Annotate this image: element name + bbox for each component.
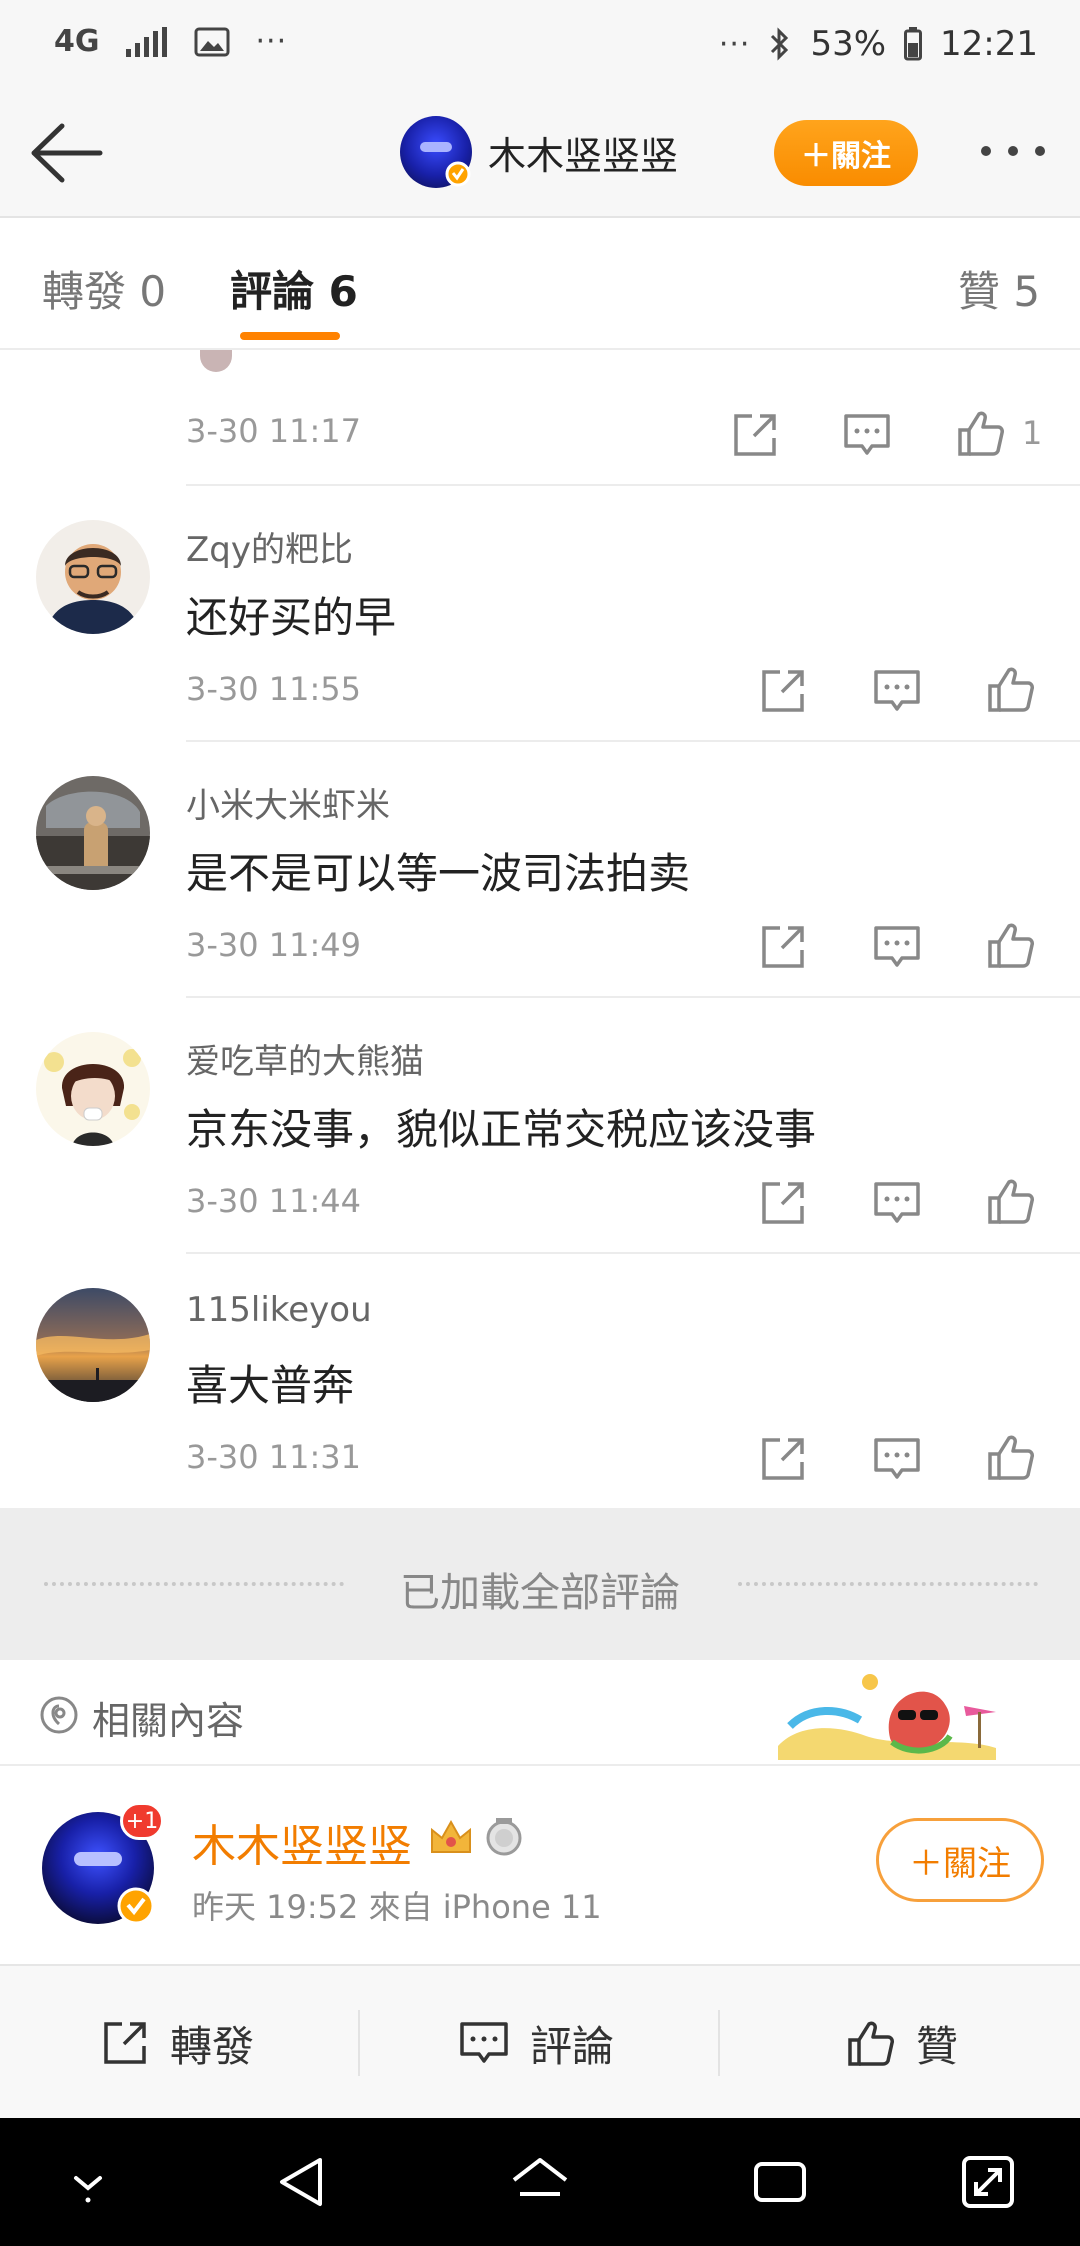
post-author-name[interactable]: 木木竖竖竖 (192, 1810, 412, 1874)
back-nav-icon[interactable] (270, 2150, 334, 2214)
back-button[interactable] (26, 118, 106, 188)
like-icon[interactable] (986, 920, 1036, 970)
follow-author-button[interactable]: ＋關注 (876, 1818, 1044, 1902)
comment-time: 3-30 11:55 (186, 670, 362, 708)
battery-icon (904, 27, 923, 61)
crown-badge-icon (428, 1816, 474, 1858)
all-comments-loaded-banner: 已加載全部評論 (0, 1508, 1080, 1660)
battery-percent: 53% (810, 24, 887, 64)
notification-badge: +1 (120, 1802, 164, 1840)
more-options-icon[interactable] (978, 136, 1048, 166)
status-bar: 4G ··· ··· 53% 12:21 (0, 0, 1080, 92)
repost-icon (104, 2022, 146, 2064)
tab-comments[interactable]: 評論 6 (230, 258, 358, 319)
comment-text: 京东没事，貌似正常交税应该没事 (186, 1105, 817, 1154)
commenter-name[interactable]: 小米大米虾米 (186, 778, 390, 827)
tab-indicator (240, 332, 340, 340)
comment-item: 115likeyou 喜大普奔 3-30 11:31 (0, 1254, 1080, 1508)
home-nav-icon[interactable] (508, 2150, 572, 2214)
comment-item: 爱吃草的大熊猫 京东没事，貌似正常交税应该没事 3-30 11:44 (0, 998, 1080, 1252)
like-icon[interactable] (986, 664, 1036, 714)
page-title: 木木竖竖竖 (488, 133, 679, 178)
top-app-bar: 木木竖竖竖 ＋關注 (0, 92, 1080, 218)
comment-item: 3-30 11:17 1 (0, 350, 1080, 484)
hide-keyboard-icon[interactable] (56, 2150, 120, 2214)
like-count: 1 (1022, 414, 1043, 452)
follow-button[interactable]: ＋關注 (774, 120, 918, 186)
like-icon (848, 2021, 894, 2066)
separator (718, 2010, 720, 2076)
share-icon[interactable] (730, 410, 780, 460)
beach-sticker (770, 1666, 1006, 1762)
system-navigation-bar (0, 2118, 1080, 2246)
comment-text: 是不是可以等一波司法拍卖 (186, 849, 691, 898)
avatar[interactable] (36, 1288, 150, 1402)
reply-icon[interactable] (872, 922, 922, 972)
image-notification-icon (194, 27, 230, 57)
expand-screen-icon[interactable] (956, 2150, 1020, 2214)
reply-icon[interactable] (842, 410, 892, 460)
comment-item: 小米大米虾米 是不是可以等一波司法拍卖 3-30 11:49 (0, 742, 1080, 996)
commenter-name[interactable]: 爱吃草的大熊猫 (186, 1034, 424, 1083)
signal-icon (125, 26, 168, 57)
recents-nav-icon[interactable] (748, 2150, 812, 2214)
avatar[interactable] (36, 776, 150, 890)
related-icon (38, 1694, 80, 1736)
overflow-indicator: ··· (255, 24, 288, 59)
comment-icon (460, 2022, 508, 2063)
clock: 12:21 (940, 24, 1038, 64)
comment-time: 3-30 11:49 (186, 926, 362, 964)
bottom-action-bar: 轉發 評論 贊 (0, 1964, 1080, 2118)
all-comments-loaded-text: 已加載全部評論 (400, 1570, 680, 1616)
like-button[interactable]: 贊 (846, 1966, 958, 2120)
comment-text: 还好买的早 (186, 593, 397, 642)
comment-time: 3-30 11:44 (186, 1182, 362, 1220)
related-content-header[interactable]: 相關內容 (0, 1660, 1080, 1766)
bluetooth-icon (768, 26, 792, 62)
post-meta: 昨天 19:52 來自 iPhone 11 (192, 1888, 602, 1926)
comment-time: 3-30 11:17 (186, 412, 362, 450)
like-icon[interactable] (986, 1176, 1036, 1226)
share-icon[interactable] (758, 1178, 808, 1228)
overflow-indicator-right: ··· (718, 26, 751, 62)
like-icon[interactable] (956, 408, 1006, 458)
tab-likes[interactable]: 贊 5 (958, 258, 1040, 319)
comment-text: 喜大普奔 (186, 1361, 355, 1410)
repost-button[interactable]: 轉發 (100, 1966, 254, 2120)
reply-icon[interactable] (872, 666, 922, 716)
network-type: 4G (54, 23, 100, 59)
avatar[interactable] (36, 520, 150, 634)
commenter-name[interactable]: 115likeyou (186, 1290, 372, 1330)
quoted-preview (200, 350, 530, 372)
separator (358, 2010, 360, 2076)
tab-repost[interactable]: 轉發 0 (42, 258, 166, 319)
profile-title[interactable]: 木木竖竖竖 (400, 116, 678, 188)
like-icon[interactable] (986, 1432, 1036, 1482)
reply-icon[interactable] (872, 1434, 922, 1484)
commenter-name[interactable]: Zqy的粑比 (186, 522, 353, 571)
comment-label: 評論 (530, 2021, 615, 2071)
like-label: 贊 (916, 2021, 959, 2071)
comment-time: 3-30 11:31 (186, 1438, 362, 1476)
medal-badge-icon (484, 1816, 524, 1858)
avatar (400, 116, 472, 188)
comment-button[interactable]: 評論 (458, 1966, 614, 2120)
tab-bar: 轉發 0 評論 6 贊 5 (0, 218, 1080, 350)
related-label: 相關內容 (92, 1699, 245, 1743)
related-post-card[interactable]: +1 木木竖竖竖 昨天 19:52 來自 iPhone 11 ＋關注 (0, 1768, 1080, 1964)
avatar[interactable] (36, 1032, 150, 1146)
repost-label: 轉發 (170, 2021, 255, 2071)
reply-icon[interactable] (872, 1178, 922, 1228)
comment-item: Zqy的粑比 还好买的早 3-30 11:55 (0, 486, 1080, 740)
share-icon[interactable] (758, 1434, 808, 1484)
share-icon[interactable] (758, 666, 808, 716)
dotted-line-right (738, 1582, 1038, 1586)
share-icon[interactable] (758, 922, 808, 972)
